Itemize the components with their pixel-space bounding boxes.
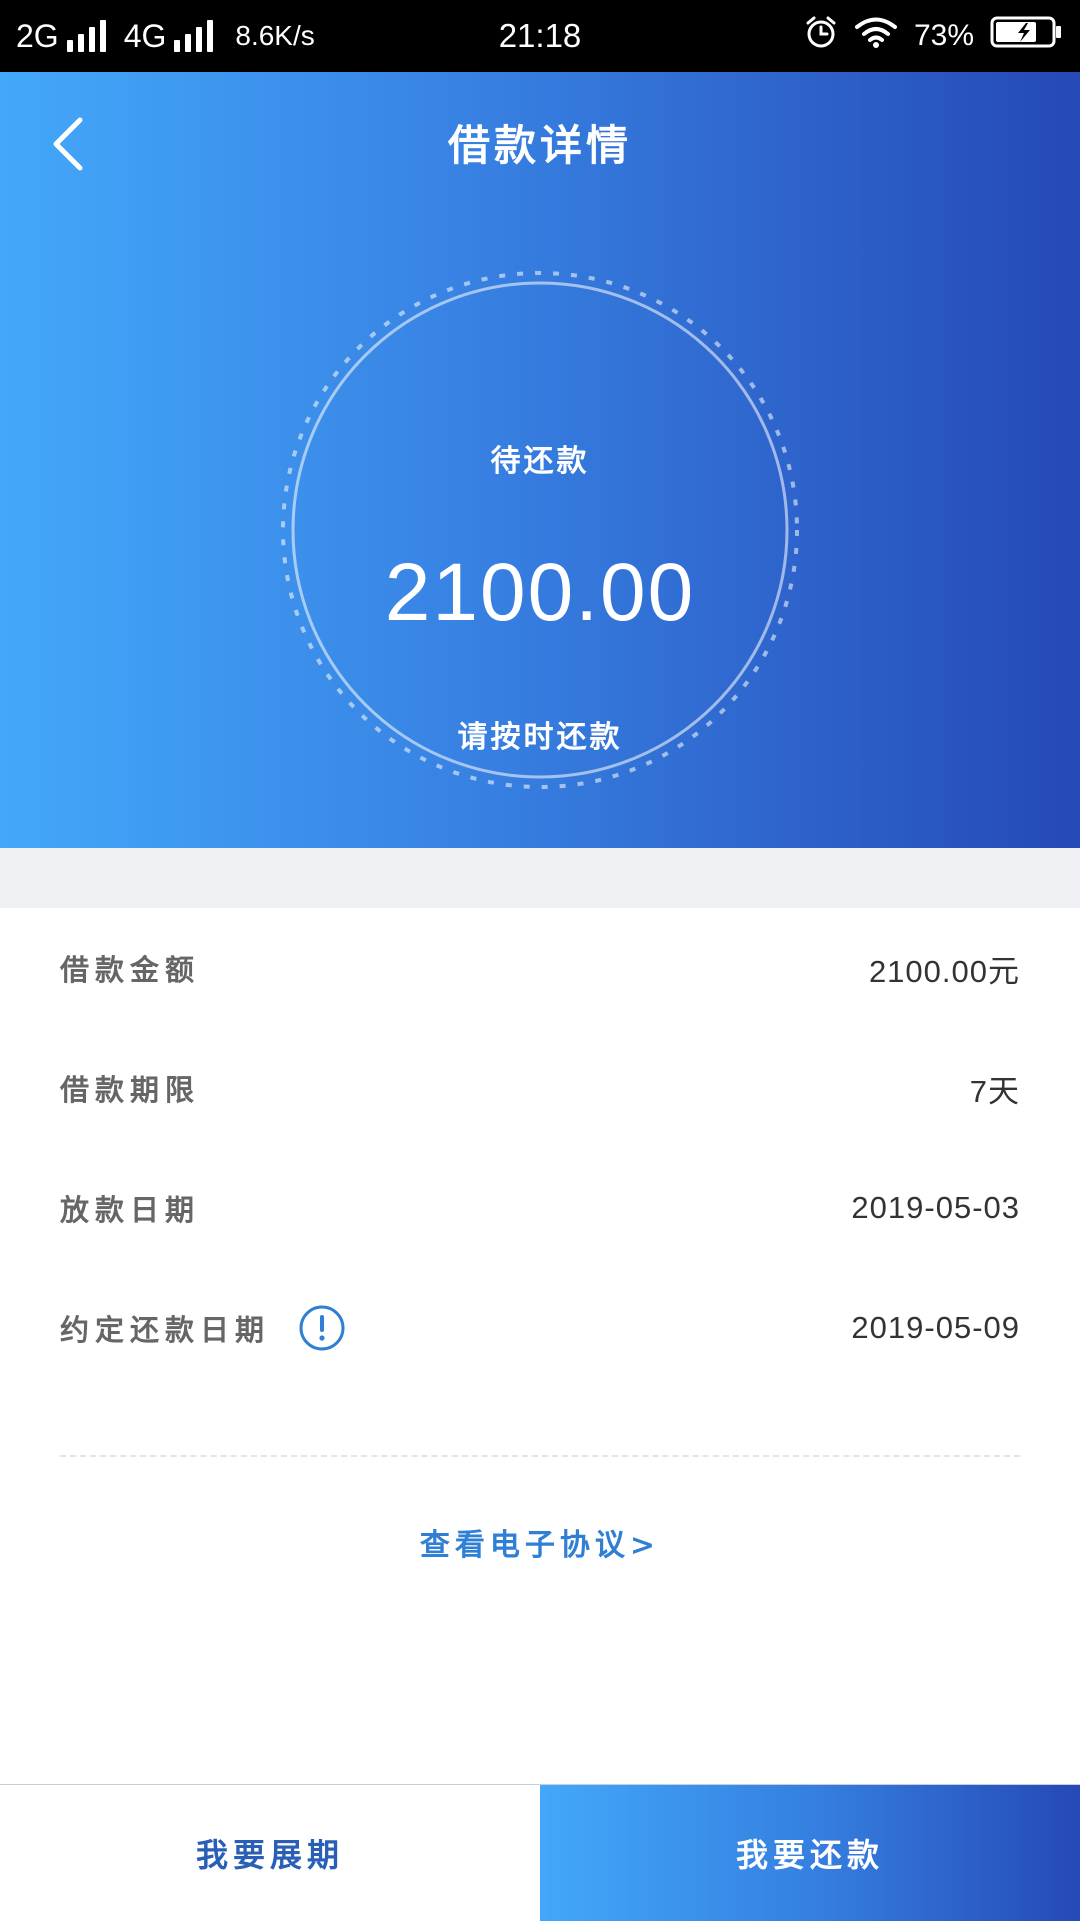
extend-button[interactable]: 我要展期 — [0, 1785, 540, 1921]
status-left: 2G 4G 8.6K/s — [16, 0, 315, 72]
detail-label: 借款期限 — [60, 1073, 201, 1107]
network-type-2: 4G — [123, 17, 167, 54]
network-type-1: 2G — [16, 17, 59, 54]
due-amount: 2100.00 — [384, 547, 696, 638]
hero-banner: 借款详情 待还款 2100.00 请按时还款 — [0, 72, 1080, 848]
loan-details: 借款金额 2100.00元 借款期限 7天 放款日期 2019-05-03 约定… — [0, 908, 1080, 1388]
due-label: 待还款 — [490, 444, 590, 479]
detail-label: 放款日期 — [60, 1193, 201, 1227]
detail-label: 借款金额 — [60, 953, 201, 987]
dashed-divider — [60, 1455, 1020, 1457]
detail-value: 2100.00元 — [868, 953, 1020, 989]
alarm-icon — [804, 15, 838, 57]
network-speed: 8.6K/s — [235, 20, 315, 51]
detail-value: 2019-05-03 — [851, 1190, 1020, 1225]
status-right: 73% — [804, 0, 1062, 72]
detail-value: 7天 — [969, 1073, 1020, 1109]
detail-row-loan-amount: 借款金额 2100.00元 — [0, 908, 1080, 1028]
signal-icon — [174, 20, 214, 52]
detail-row-due-date: 约定还款日期 2019-05-09 — [0, 1268, 1080, 1388]
repay-button[interactable]: 我要还款 — [540, 1785, 1080, 1921]
repay-reminder: 请按时还款 — [457, 720, 623, 755]
detail-row-disbursement-date: 放款日期 2019-05-03 — [0, 1148, 1080, 1268]
detail-value: 2019-05-09 — [851, 1310, 1020, 1345]
section-separator — [0, 848, 1080, 908]
signal-icon — [66, 20, 106, 52]
battery-percent: 73% — [913, 19, 974, 52]
info-icon[interactable] — [298, 1304, 346, 1352]
detail-label: 约定还款日期 — [60, 1313, 271, 1347]
view-agreement-link[interactable]: 查看电子协议> — [0, 1520, 1080, 1564]
bottom-action-bar: 我要展期 我要还款 — [0, 1784, 1080, 1921]
detail-row-loan-term: 借款期限 7天 — [0, 1028, 1080, 1148]
detail-label-with-info: 约定还款日期 — [60, 1304, 346, 1352]
battery-charging-icon — [990, 15, 1062, 57]
balance-ring: 待还款 2100.00 请按时还款 — [278, 268, 802, 792]
status-bar: 2G 4G 8.6K/s 21:18 73% — [0, 0, 1080, 72]
page-title: 借款详情 — [447, 121, 632, 170]
wifi-icon — [854, 16, 898, 56]
